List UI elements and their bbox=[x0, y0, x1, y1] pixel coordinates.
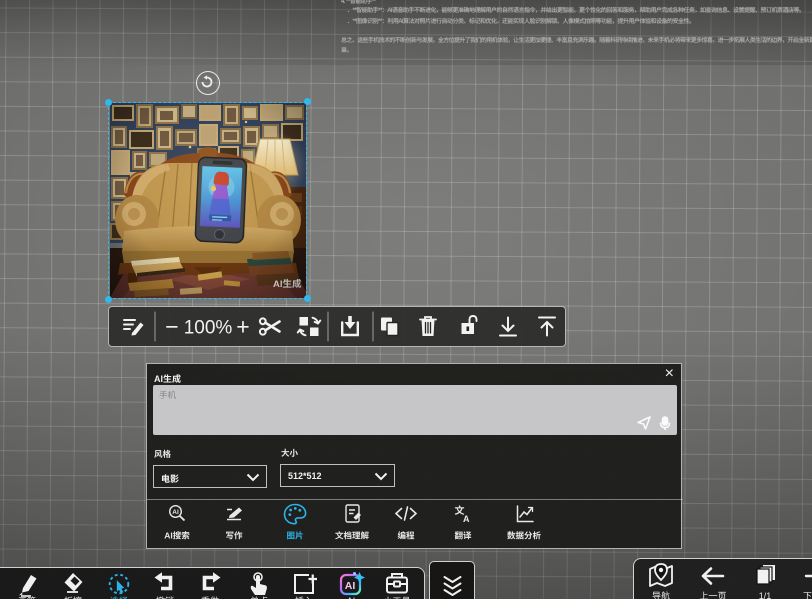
svg-text:100%: 100% bbox=[184, 318, 233, 339]
svg-text:数据分析: 数据分析 bbox=[507, 531, 542, 541]
svg-text:+: + bbox=[236, 314, 249, 340]
svg-text:图片: 图片 bbox=[286, 531, 303, 541]
svg-text:AI: AI bbox=[172, 509, 179, 516]
svg-text:翻译: 翻译 bbox=[454, 531, 472, 541]
svg-text:上一页: 上一页 bbox=[699, 591, 726, 599]
svg-text:AI: AI bbox=[345, 580, 356, 592]
svg-text:−: − bbox=[165, 314, 178, 340]
svg-text:编程: 编程 bbox=[397, 531, 415, 541]
svg-text:导航: 导航 bbox=[652, 591, 670, 599]
svg-text:AI搜索: AI搜索 bbox=[164, 531, 190, 541]
svg-text:文档理解: 文档理解 bbox=[335, 531, 370, 541]
svg-text:A: A bbox=[463, 514, 470, 524]
svg-text:下一: 下一 bbox=[803, 591, 812, 599]
svg-text:写作: 写作 bbox=[225, 531, 243, 541]
svg-text:1/1: 1/1 bbox=[759, 591, 772, 599]
